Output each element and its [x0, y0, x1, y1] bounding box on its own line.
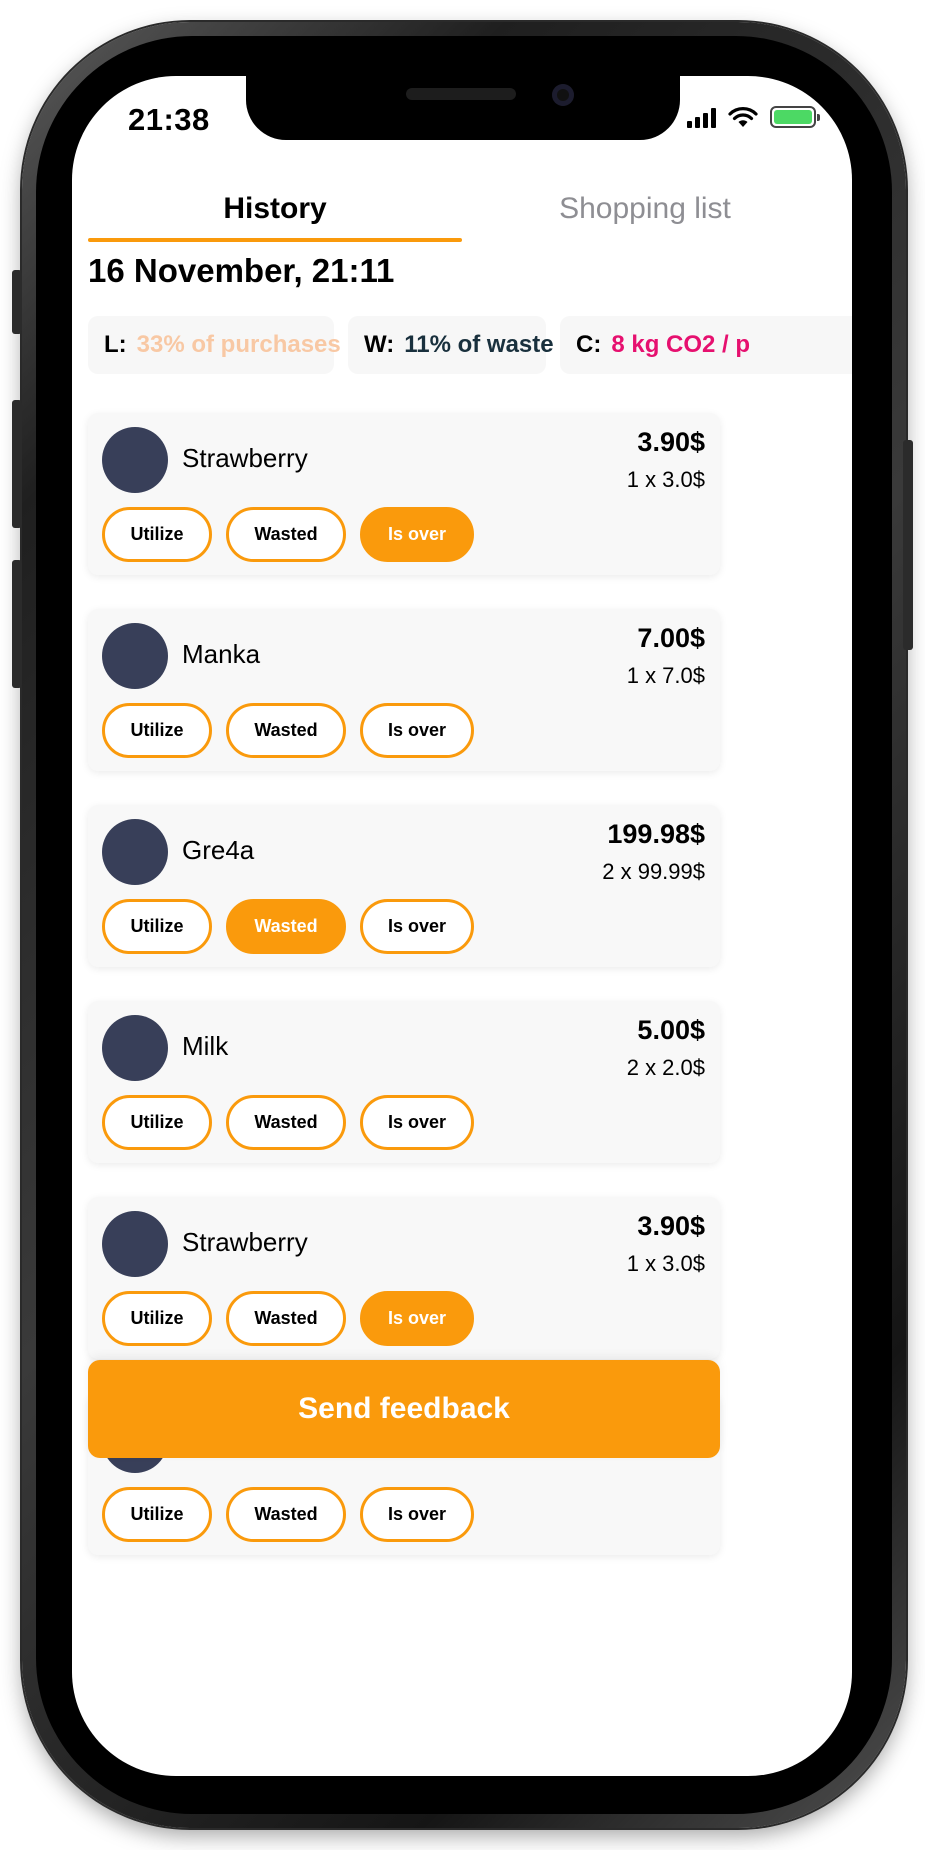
is-over-button[interactable]: Is over — [360, 703, 474, 758]
stat-key: L: — [104, 331, 127, 358]
tab-shopping-list[interactable]: Shopping list — [462, 180, 828, 238]
stat-value: 11% of waste — [404, 331, 554, 358]
stat-value: 33% of purchases — [136, 331, 341, 358]
purchase-card: Milk 5.00$ 2 x 2.0$ Utilize Wasted Is ov… — [88, 1001, 720, 1163]
purchase-card: Strawberry 3.90$ 1 x 3.0$ Utilize Wasted… — [88, 413, 720, 575]
product-quantity: 1 x 3.0$ — [626, 1251, 705, 1276]
purchase-card: Gre4a 199.98$ 2 x 99.99$ Utilize Wasted … — [88, 805, 720, 967]
purchase-date: 16 November, 21:11 — [88, 252, 395, 289]
stat-key: W: — [364, 331, 395, 358]
active-tab-indicator — [88, 238, 462, 242]
wasted-button[interactable]: Wasted — [226, 899, 346, 954]
is-over-button[interactable]: Is over — [360, 899, 474, 954]
power-button — [903, 440, 913, 650]
app-screen: 21:38 History Shopping list 16 November,… — [72, 76, 852, 1776]
stat-key: C: — [576, 331, 602, 358]
tab-history[interactable]: History — [88, 180, 462, 238]
mute-switch — [12, 270, 22, 334]
wasted-button[interactable]: Wasted — [226, 1487, 346, 1542]
product-total: 199.98$ — [607, 819, 705, 849]
wasted-button[interactable]: Wasted — [226, 1095, 346, 1150]
is-over-button[interactable]: Is over — [360, 1095, 474, 1150]
product-name: Manka — [182, 639, 261, 669]
product-quantity: 1 x 3.0$ — [626, 467, 705, 492]
product-avatar — [102, 427, 168, 493]
volume-up-button — [12, 400, 22, 528]
wasted-button[interactable]: Wasted — [226, 703, 346, 758]
stats-row: L: 33% of purchases W: 11% of waste C: 8… — [88, 316, 852, 374]
stat-value: 8 kg CO2 / p — [611, 331, 751, 358]
product-name: Strawberry — [182, 443, 308, 473]
product-avatar — [102, 623, 168, 689]
stat-chip-w: W: 11% of waste — [348, 316, 554, 374]
is-over-button[interactable]: Is over — [360, 1487, 474, 1542]
speaker-grille — [406, 88, 516, 100]
utilize-button[interactable]: Utilize — [102, 1095, 212, 1150]
is-over-button[interactable]: Is over — [360, 507, 474, 562]
battery-charging-icon — [770, 106, 820, 128]
product-total: 3.90$ — [637, 1211, 705, 1241]
status-time: 21:38 — [128, 102, 210, 137]
product-total: 3.90$ — [637, 427, 705, 457]
product-avatar — [102, 1015, 168, 1081]
product-total: 7.00$ — [637, 623, 705, 653]
product-avatar — [102, 1211, 168, 1277]
product-name: Strawberry — [182, 1227, 308, 1257]
status-icons — [687, 106, 820, 128]
product-name: Milk — [182, 1031, 229, 1061]
wasted-button[interactable]: Wasted — [226, 1291, 346, 1346]
wasted-button[interactable]: Wasted — [226, 507, 346, 562]
cellular-signal-icon — [687, 106, 716, 128]
product-quantity: 2 x 2.0$ — [626, 1055, 705, 1080]
product-quantity: 2 x 99.99$ — [602, 859, 705, 884]
notch — [246, 76, 680, 140]
battery-level — [774, 110, 812, 124]
volume-down-button — [12, 560, 22, 688]
is-over-button[interactable]: Is over — [360, 1291, 474, 1346]
wifi-icon — [728, 107, 758, 127]
product-total: 5.00$ — [637, 1015, 705, 1045]
product-name: Gre4a — [182, 835, 255, 865]
product-avatar — [102, 819, 168, 885]
tab-bar: History Shopping list — [88, 180, 828, 242]
purchase-card: Strawberry 3.90$ 1 x 3.0$ Utilize Wasted… — [88, 1197, 720, 1359]
utilize-button[interactable]: Utilize — [102, 1291, 212, 1346]
purchase-card: Manka 7.00$ 1 x 7.0$ Utilize Wasted Is o… — [88, 609, 720, 771]
send-feedback-button[interactable]: Send feedback — [88, 1360, 720, 1458]
utilize-button[interactable]: Utilize — [102, 507, 212, 562]
utilize-button[interactable]: Utilize — [102, 899, 212, 954]
utilize-button[interactable]: Utilize — [102, 703, 212, 758]
product-quantity: 1 x 7.0$ — [626, 663, 705, 688]
utilize-button[interactable]: Utilize — [102, 1487, 212, 1542]
stat-chip-l: L: 33% of purchases — [88, 316, 341, 374]
front-camera-icon — [552, 84, 574, 106]
stat-chip-c: C: 8 kg CO2 / p — [560, 316, 852, 374]
